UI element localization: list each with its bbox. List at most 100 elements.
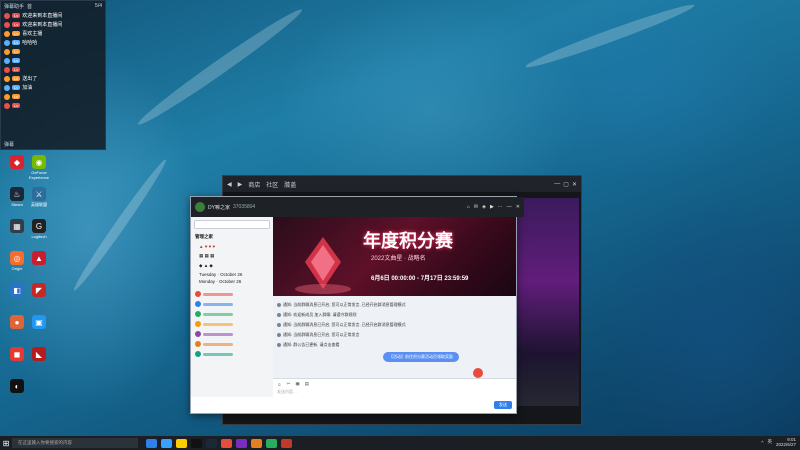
chat-message: Lv 欢迎来到本直播间: [1, 20, 105, 29]
member-avatar: [195, 331, 201, 337]
desktop-icon[interactable]: ◉ GeForce Experience: [26, 155, 52, 180]
desktop-icon[interactable]: ◤: [26, 283, 52, 298]
chat-user-avatar: [4, 102, 10, 109]
chat-message-text: 喜欢主播: [22, 31, 43, 37]
wallpaper-streak: [523, 0, 697, 73]
tray-arrow-icon[interactable]: ^: [761, 440, 763, 445]
chat-user-avatar: [4, 75, 10, 82]
banner-dates: 6月6日 00:00:00 - 7月17日 23:59:59: [371, 276, 469, 282]
taskbar-app-icon[interactable]: [251, 438, 262, 448]
member-row[interactable]: ▲ ♥ ♥ ♥: [191, 242, 273, 251]
info-icon: [277, 303, 281, 307]
member-row[interactable]: [191, 289, 273, 299]
qq-minimize-icon[interactable]: —: [507, 204, 512, 210]
minimize-icon[interactable]: —: [554, 181, 560, 188]
chat-message-text: 哈哈哈: [22, 40, 38, 46]
member-search-input[interactable]: [194, 220, 270, 229]
video-icon[interactable]: ▶: [490, 204, 494, 210]
wallpaper-streak: [134, 3, 306, 131]
scissors-icon[interactable]: ✂: [287, 381, 291, 387]
start-button[interactable]: ⊞: [0, 437, 12, 449]
taskbar-app-icon[interactable]: [206, 438, 217, 448]
member-row[interactable]: [191, 299, 273, 309]
image-icon[interactable]: ▤: [305, 381, 309, 387]
member-name-placeholder: [203, 312, 233, 316]
taskbar-app-icon[interactable]: [176, 438, 187, 448]
desktop-icon-label: Origin: [11, 266, 23, 271]
live-chat-overlay[interactable]: 弹幕助手 首 5/4 Lv 欢迎来到本直播间 Lv 欢迎来到本直播间 Lv 喜欢主播 Lv 哈…: [0, 0, 106, 150]
system-tray: ^ 英 9:01 2022/6/27: [761, 437, 796, 447]
desktop-icon[interactable]: ▲: [26, 251, 52, 266]
desktop-icon[interactable]: ◐: [4, 379, 30, 394]
taskbar-app-icon[interactable]: [146, 438, 157, 448]
message-input[interactable]: 发送内容…: [273, 389, 516, 395]
taskbar-search[interactable]: 在这里输入你要搜索的内容: [12, 438, 138, 448]
chat-user-avatar: [4, 93, 10, 100]
close-icon[interactable]: ✕: [572, 181, 577, 188]
qq-close-icon[interactable]: ✕: [516, 204, 520, 210]
app-icon: ◼: [10, 347, 24, 361]
back-icon[interactable]: ◀: [227, 181, 232, 188]
member-row[interactable]: [191, 329, 273, 339]
member-row[interactable]: [191, 339, 273, 349]
app-icon: ▣: [32, 315, 46, 329]
chat-level-badge: Lv: [12, 49, 21, 54]
input-toolbar: ☺ ✂ ▣ ▤: [273, 379, 516, 389]
taskbar-apps: [144, 438, 294, 448]
ime-indicator[interactable]: 英: [767, 439, 772, 445]
taskbar-app-icon[interactable]: [236, 438, 247, 448]
group-title: DY嘛之家: [208, 204, 230, 211]
chat-message: Lv 加油: [1, 83, 105, 92]
app-icon: ◆: [10, 155, 24, 169]
chat-overlay-footer: 弹幕: [1, 139, 105, 149]
forward-icon[interactable]: ▶: [238, 181, 243, 188]
member-row[interactable]: [191, 309, 273, 319]
maximize-icon[interactable]: ▢: [563, 181, 569, 188]
system-message: 通知: 当前群聊消息已开启, 您可以正常发言, 已经开启群消息管理模式: [273, 320, 516, 330]
chat-user-avatar: [4, 84, 10, 91]
desktop-icon[interactable]: G Logitech: [26, 219, 52, 239]
tab-store[interactable]: 商店: [248, 180, 260, 189]
game-icon[interactable]: ◈: [482, 204, 486, 210]
group-id: 37035804: [232, 204, 256, 210]
chat-user-avatar: [4, 66, 10, 73]
app-icon: ◧: [10, 283, 24, 297]
taskbar-app-icon[interactable]: [191, 438, 202, 448]
taskbar-app-icon[interactable]: [221, 438, 232, 448]
clock[interactable]: 9:01 2022/6/27: [776, 437, 796, 447]
member-row[interactable]: ▦ ▦ ▦: [191, 251, 273, 261]
taskbar-app-icon[interactable]: [266, 438, 277, 448]
chat-message-list: Lv 欢迎来到本直播间 Lv 欢迎来到本直播间 Lv 喜欢主播 Lv 哈哈哈 Lv Lv Lv Lv 送…: [1, 11, 105, 110]
folder-icon[interactable]: ▣: [295, 381, 299, 387]
member-row[interactable]: [191, 319, 273, 329]
system-message-list: 通知: 当前群聊消息已开启, 您可以正常发言, 已经开启群消息管理模式 通知: 欢…: [273, 296, 516, 350]
member-row[interactable]: ◆ ▲ ◆: [191, 261, 273, 271]
chat-user-avatar: [4, 12, 10, 19]
tab-profile[interactable]: 膝盖: [284, 180, 296, 189]
desktop-icon[interactable]: ▣: [26, 315, 52, 330]
emoji-icon[interactable]: ☺: [277, 381, 282, 387]
app-icon: ◉: [32, 155, 46, 169]
chat-message: Lv 送出了: [1, 74, 105, 83]
tab-community[interactable]: 社区: [266, 180, 278, 189]
taskbar-app-icon[interactable]: [161, 438, 172, 448]
input-area: ☺ ✂ ▣ ▤ 发送内容… 发送: [273, 378, 516, 412]
desktop-icon[interactable]: ◣: [26, 347, 52, 362]
chat-overlay-title: 弹幕助手: [4, 3, 25, 10]
chat-level-badge: Lv: [12, 85, 21, 90]
taskbar-app-icon[interactable]: [281, 438, 292, 448]
group-avatar[interactable]: [195, 202, 205, 212]
chat-icon[interactable]: ✉: [474, 204, 478, 210]
more-icon[interactable]: ⋯: [498, 204, 503, 210]
member-avatar: [195, 341, 201, 347]
member-row[interactable]: [191, 349, 273, 359]
home-icon[interactable]: ⌂: [467, 204, 470, 210]
send-button[interactable]: 发送: [494, 401, 512, 409]
user-avatar[interactable]: [473, 368, 483, 378]
desktop-icon-label: Logitech: [31, 234, 47, 239]
member-avatar: [195, 351, 201, 357]
event-banner[interactable]: 年度积分赛 2022文曲星 · 战略名 6月6日 00:00:00 - 7月17…: [273, 217, 516, 296]
qq-group-window[interactable]: DY嘛之家 37035804 ⌂ ✉ ◈ ▶ ⋯ — ✕ 管理之家 ▲ ♥ ♥ …: [190, 196, 524, 414]
chat-bubble: 【活动】前往积分赛活动页领取奖励: [383, 352, 459, 362]
desktop-icon[interactable]: ⚔ 英雄联盟: [26, 187, 52, 208]
